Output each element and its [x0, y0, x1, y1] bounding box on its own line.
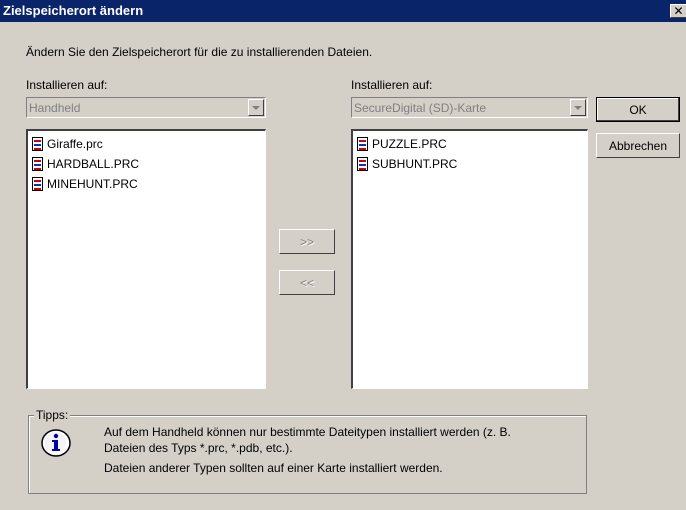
- left-install-label: Installieren auf:: [26, 78, 108, 92]
- title-bar[interactable]: Zielspeicherort ändern ✕: [0, 0, 686, 22]
- left-target-value: Handheld: [29, 101, 81, 115]
- right-file-list[interactable]: PUZZLE.PRC SUBHUNT.PRC: [351, 129, 588, 389]
- right-install-label: Installieren auf:: [351, 78, 433, 92]
- info-icon: [41, 429, 71, 457]
- window-title: Zielspeicherort ändern: [3, 3, 144, 18]
- move-left-button[interactable]: <<: [279, 270, 335, 295]
- palm-file-icon: [357, 157, 368, 171]
- right-target-dropdown[interactable]: SecureDigital (SD)-Karte: [351, 97, 588, 118]
- tips-line-1: Auf dem Handheld können nur bestimmte Da…: [104, 425, 511, 439]
- left-file-list[interactable]: Giraffe.prc HARDBALL.PRC MINEHUNT.PRC: [26, 129, 266, 389]
- chevron-down-icon: [252, 106, 260, 110]
- chevron-down-icon: [574, 106, 582, 110]
- file-name: HARDBALL.PRC: [47, 157, 140, 171]
- file-name: Giraffe.prc: [47, 137, 103, 151]
- file-name: SUBHUNT.PRC: [372, 157, 458, 171]
- palm-file-icon: [32, 137, 43, 151]
- file-name: PUZZLE.PRC: [372, 137, 447, 151]
- tips-line-3: Dateien anderer Typen sollten auf einer …: [104, 461, 443, 475]
- palm-file-icon: [357, 137, 368, 151]
- move-right-label: >>: [299, 234, 314, 249]
- palm-file-icon: [32, 177, 43, 191]
- left-target-dropdown[interactable]: Handheld: [26, 97, 266, 118]
- tips-line-2: Dateien des Typs *.prc, *.pdb, etc.).: [104, 441, 293, 455]
- cancel-label: Abbrechen: [608, 138, 668, 153]
- left-dropdown-button[interactable]: [248, 99, 264, 116]
- cancel-button[interactable]: Abbrechen: [596, 133, 680, 158]
- tips-legend: Tipps:: [34, 408, 71, 422]
- move-left-label: <<: [299, 275, 314, 290]
- palm-file-icon: [32, 157, 43, 171]
- dialog-window: Zielspeicherort ändern ✕ Ändern Sie den …: [0, 0, 686, 510]
- file-name: MINEHUNT.PRC: [47, 177, 138, 191]
- close-icon: ✕: [673, 4, 684, 18]
- right-dropdown-button[interactable]: [570, 99, 586, 116]
- ok-label: OK: [629, 102, 647, 117]
- right-target-value: SecureDigital (SD)-Karte: [354, 101, 487, 115]
- close-button[interactable]: ✕: [670, 4, 686, 18]
- description-text: Ändern Sie den Zielspeicherort für die z…: [26, 45, 373, 59]
- move-right-button[interactable]: >>: [279, 229, 335, 254]
- ok-button[interactable]: OK: [596, 97, 680, 122]
